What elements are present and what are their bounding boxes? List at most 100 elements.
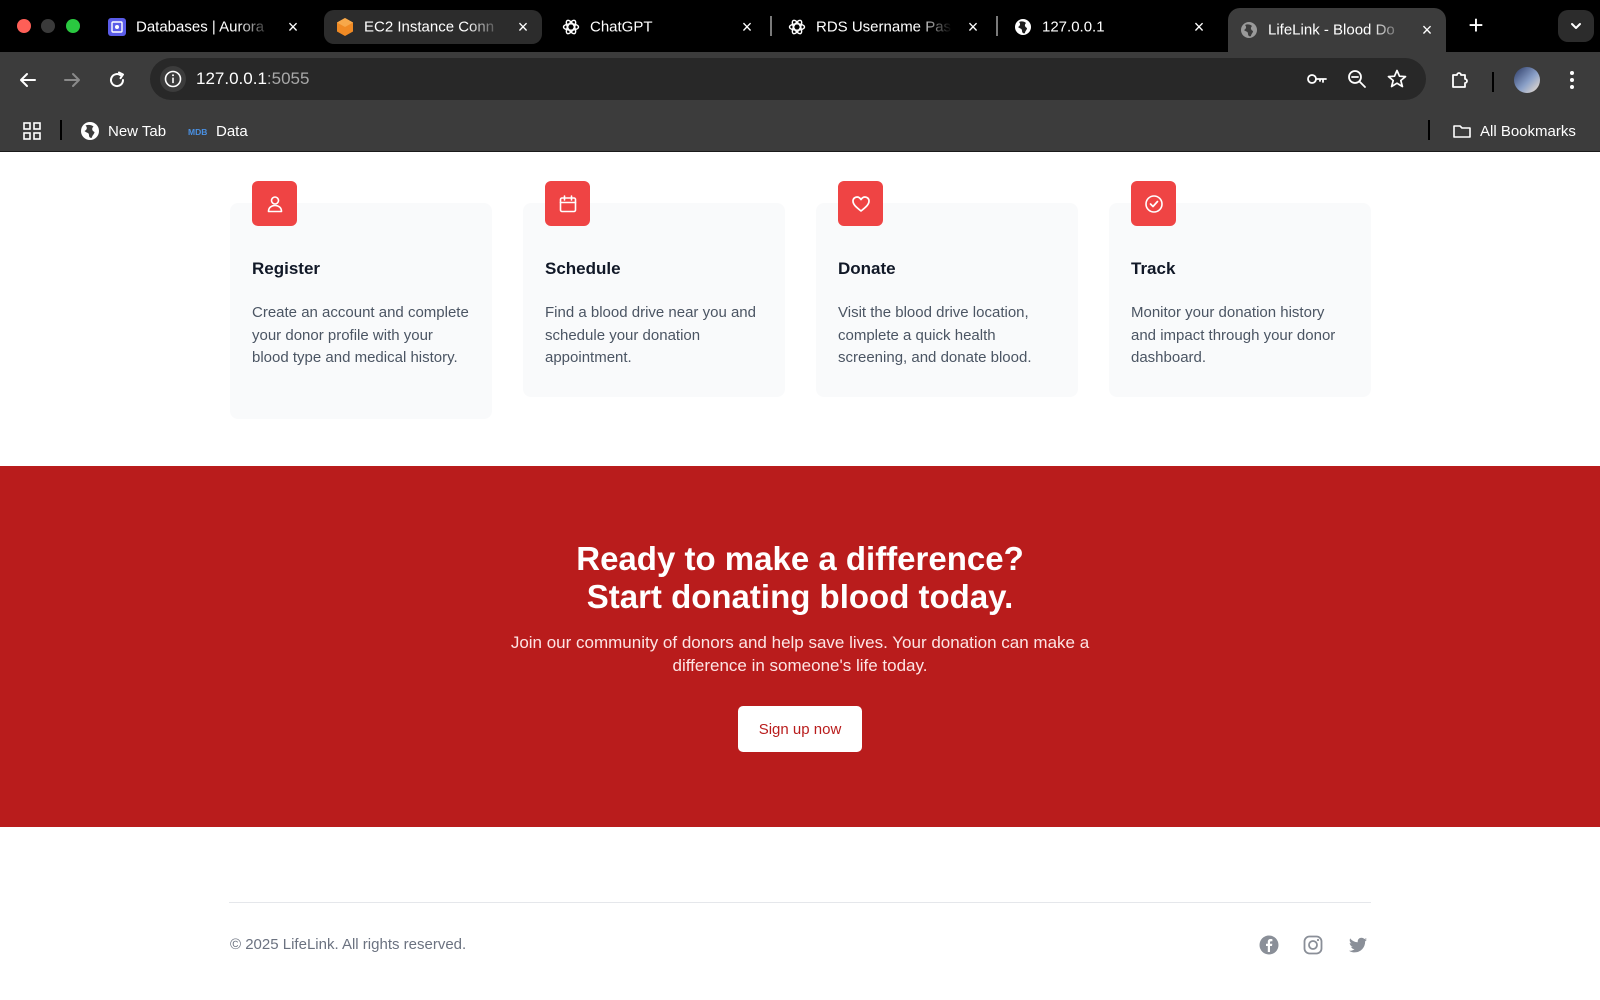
all-bookmarks-label: All Bookmarks [1480,122,1576,140]
reload-button[interactable] [103,66,131,94]
password-key-button[interactable] [1306,68,1328,90]
tab-title: 127.0.0.1 [1042,18,1105,36]
step-title: Register [252,259,321,278]
bookmark-star-button[interactable] [1386,68,1408,90]
apps-button[interactable] [22,120,50,142]
heart-icon [851,195,870,212]
puzzle-icon [1452,72,1468,88]
calendar-icon [559,194,576,212]
close-icon[interactable]: × [514,18,532,36]
browser-tab-rds-username[interactable]: RDS Username Pas × [776,10,992,44]
globe-icon [80,121,100,141]
new-tab-button[interactable]: + [1462,12,1490,40]
lifelink-page: Register Create an account and complete … [0,153,1600,1000]
step-icon-badge [545,181,590,226]
rds-icon [108,18,126,36]
site-info-button[interactable] [160,66,186,92]
step-card-track: Track Monitor your donation history and … [1109,181,1371,397]
globe-icon [1014,18,1032,36]
step-icon-badge [1131,181,1176,226]
cta-heading-line1: Ready to make a difference? [576,540,1024,577]
bookmark-label: New Tab [108,122,167,140]
chatgpt-icon [562,18,580,36]
cta-heading-line2: Start donating blood today. [586,578,1014,615]
bookmarks-separator [1428,120,1430,140]
folder-icon [1452,121,1472,141]
step-icon-badge [838,181,883,226]
instagram-icon [1303,935,1323,955]
footer-divider [229,902,1371,903]
toolbar-separator [1492,72,1494,92]
step-description: Monitor your donation history and impact… [1131,304,1336,366]
close-icon[interactable]: × [964,18,982,36]
browser-tab-ec2[interactable]: EC2 Instance Conn × [324,10,542,44]
browser-tab-databases[interactable]: Databases | Aurora × [96,10,312,44]
browser-tab-lifelink[interactable]: LifeLink - Blood Do × [1228,8,1446,52]
close-icon[interactable]: × [1190,18,1208,36]
step-title: Donate [838,259,896,278]
bookmark-data[interactable]: MDB Data [188,120,248,142]
window-zoom-button[interactable] [66,19,80,33]
step-card-donate: Donate Visit the blood drive location, c… [816,181,1078,397]
footer-copyright: © 2025 LifeLink. All rights reserved. [230,936,467,953]
browser-menu-button[interactable] [1558,66,1586,94]
chatgpt-icon [788,18,806,36]
cta-body: Join our community of donors and help sa… [510,633,1090,675]
step-description: Find a blood drive near you and schedule… [545,304,756,366]
back-button[interactable] [14,66,42,94]
chevron-down-icon [1571,23,1581,29]
sign-up-button[interactable]: Sign up now [738,706,862,752]
browser-tab-strip: Databases | Aurora × EC2 Instance Conn ×… [0,0,1600,52]
tab-title: Databases | Aurora [136,18,265,36]
reload-icon [110,71,125,88]
browser-toolbar: 127.0.0.1:5055 [0,52,1600,108]
star-icon [1387,69,1407,88]
forward-button[interactable] [58,66,86,94]
facebook-icon [1259,935,1279,955]
bookmarks-separator [60,120,62,140]
key-icon [1307,74,1327,84]
grid-icon [22,121,42,141]
step-title: Schedule [545,259,621,278]
check-circle-icon [1144,194,1163,213]
more-vertical-icon [1570,71,1574,89]
cta-section: Ready to make a difference? Start donati… [0,466,1600,827]
url-text[interactable]: 127.0.0.1:5055 [196,69,309,89]
profile-avatar[interactable] [1514,67,1540,93]
tab-title: RDS Username Pas [816,18,952,36]
tab-title: LifeLink - Blood Do [1268,21,1395,39]
ec2-icon [336,18,354,36]
address-bar[interactable]: 127.0.0.1:5055 [150,58,1426,100]
tab-title: EC2 Instance Conn [364,18,495,36]
step-icon-badge [252,181,297,226]
close-icon[interactable]: × [284,18,302,36]
tab-title: ChatGPT [590,18,653,36]
svg-text:MDB: MDB [188,127,207,137]
tab-search-button[interactable] [1558,10,1594,42]
close-icon[interactable]: × [738,18,756,36]
step-card-register: Register Create an account and complete … [230,181,492,419]
twitter-icon [1349,937,1367,953]
browser-tab-chatgpt[interactable]: ChatGPT × [550,10,766,44]
url-host: 127.0.0.1 [196,69,267,88]
bookmark-label: Data [216,122,248,140]
window-minimize-button[interactable] [41,19,55,33]
close-icon[interactable]: × [1418,21,1436,39]
url-port: :5055 [266,69,310,88]
step-card-schedule: Schedule Find a blood drive near you and… [523,181,785,397]
twitter-link[interactable] [1347,934,1369,956]
zoom-button[interactable] [1346,68,1368,90]
bookmarks-bar: New Tab MDB Data All Bookmarks [0,108,1600,152]
bookmark-new-tab[interactable]: New Tab [80,120,166,142]
all-bookmarks-button[interactable]: All Bookmarks [1452,120,1576,142]
cta-heading: Ready to make a difference? Start donati… [0,540,1600,616]
user-icon [267,195,282,212]
window-close-button[interactable] [17,19,31,33]
facebook-link[interactable] [1258,934,1280,956]
instagram-link[interactable] [1302,934,1324,956]
browser-tab-localhost[interactable]: 127.0.0.1 × [1002,10,1218,44]
step-description: Visit the blood drive location, complete… [838,304,1032,366]
extensions-button[interactable] [1446,66,1474,94]
globe-icon [1240,21,1258,39]
mdb-icon: MDB [188,121,208,141]
